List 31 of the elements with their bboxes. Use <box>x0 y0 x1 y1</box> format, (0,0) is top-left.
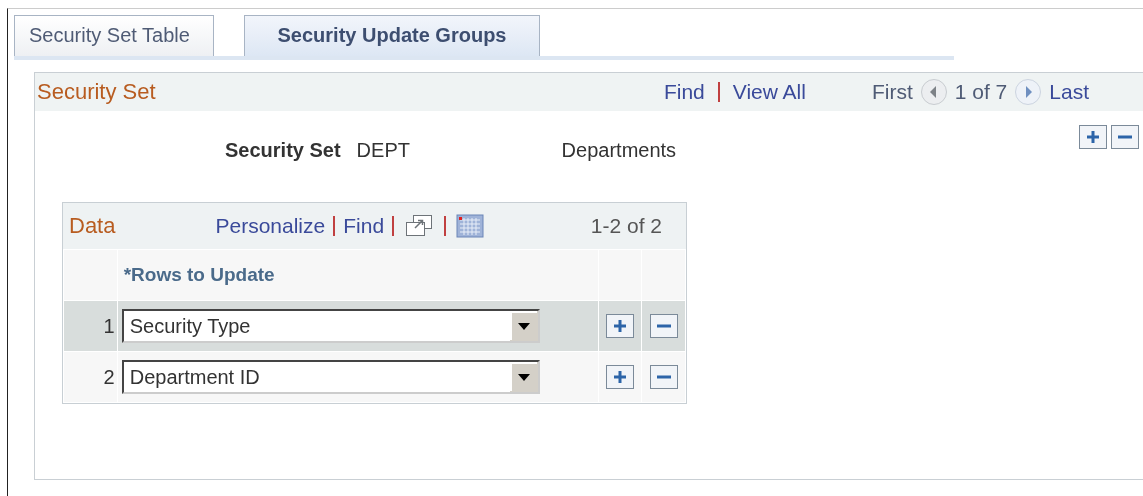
field-label: Security Set <box>225 139 341 162</box>
previous-button[interactable] <box>919 78 948 106</box>
dropdown[interactable]: Security Type <box>121 309 540 343</box>
dropdown[interactable]: Department ID <box>121 360 540 394</box>
find-link[interactable]: Find <box>663 80 705 104</box>
row-count: 1-2 of 2 <box>590 214 662 238</box>
add-row-button[interactable] <box>606 365 635 389</box>
dropdown-arrow-icon[interactable] <box>509 362 538 392</box>
row-number: 2 <box>63 351 118 403</box>
new-window-icon[interactable] <box>404 214 435 238</box>
grid-title: Data <box>69 213 116 239</box>
view-all-link[interactable]: View All <box>732 80 806 104</box>
page-position: 1 of 7 <box>954 80 1008 104</box>
delete-row-button[interactable] <box>649 365 678 389</box>
delete-row-button[interactable] <box>649 314 678 338</box>
field-description: Departments <box>561 139 677 162</box>
add-row-button[interactable] <box>606 314 635 338</box>
column-header: *Rows to Update <box>117 249 599 301</box>
next-button[interactable] <box>1014 78 1043 106</box>
panel-title: Security Set <box>37 79 156 105</box>
personalize-link[interactable]: Personalize <box>215 214 326 238</box>
delete-row-button[interactable] <box>1111 125 1139 149</box>
dropdown-arrow-icon[interactable] <box>509 311 538 341</box>
field-value: DEPT <box>356 139 411 162</box>
row-number: 1 <box>63 300 118 352</box>
first-label: First <box>871 80 913 104</box>
add-row-button[interactable] <box>1079 125 1107 149</box>
tab[interactable]: Security Set Table <box>14 15 214 56</box>
tab[interactable]: Security Update Groups <box>244 15 540 56</box>
find-link[interactable]: Find <box>343 214 385 238</box>
last-link[interactable]: Last <box>1049 80 1089 104</box>
